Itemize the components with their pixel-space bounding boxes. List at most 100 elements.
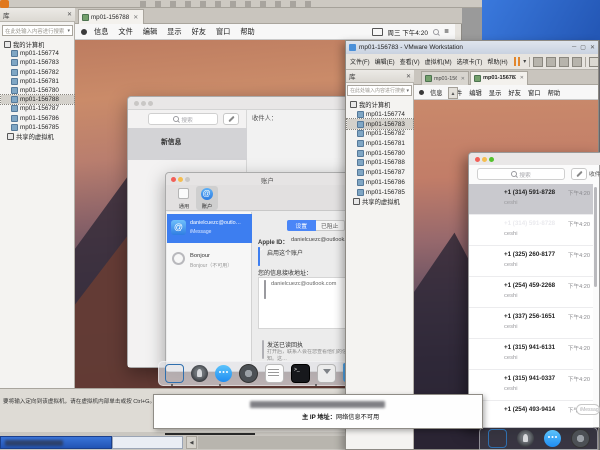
zoom-window-icon[interactable] <box>489 157 494 162</box>
tree-item-mp01-156785[interactable]: mp01-156785 <box>347 187 413 197</box>
launchpad-dock-icon[interactable] <box>191 365 208 382</box>
tree-item-mp01-156774[interactable]: mp01-156774 <box>1 49 74 58</box>
messages-dock-icon[interactable] <box>544 430 561 447</box>
tree-item-mp01-156787[interactable]: mp01-156787 <box>1 104 74 113</box>
close-window-icon[interactable] <box>171 177 176 182</box>
tree-root[interactable]: 我的计算机 <box>347 100 413 110</box>
menu-帮助[interactable]: 帮助 <box>240 27 254 37</box>
scrollbar-thumb[interactable] <box>112 436 183 449</box>
vm-tab-mp01-156783[interactable]: mp01-156783 ✕ <box>470 71 528 86</box>
close-panel-icon[interactable]: ✕ <box>67 11 72 18</box>
vmware-menu-虚拟机(M)[interactable]: 虚拟机(M) <box>425 57 452 66</box>
messages-search-right[interactable]: 搜索 <box>477 168 565 180</box>
account-item-imessage[interactable]: @ danielcuezc@outlo… iMessage <box>167 214 252 243</box>
scrollbar-channel[interactable] <box>198 436 345 449</box>
menu-文件[interactable]: 文件 <box>118 27 132 37</box>
account-item-bonjour[interactable]: Bonjour Bonjour（不可用） <box>167 245 252 274</box>
host-app-icon[interactable] <box>0 0 9 8</box>
installer-dock-icon[interactable] <box>317 364 336 383</box>
vmware-menu-文件(F)[interactable]: 文件(F) <box>350 57 370 66</box>
tree-item-mp01-156780[interactable]: mp01-156780 <box>1 86 74 95</box>
menu-显示[interactable]: 显示 <box>167 27 181 37</box>
conversation-row[interactable]: +1 (315) 941-6131下午4:20ceshi <box>469 339 593 370</box>
tree-item-mp01-156781[interactable]: mp01-156781 <box>347 139 413 149</box>
search-dropdown-icon[interactable]: ▾ <box>67 28 70 34</box>
tree-item-mp01-156786[interactable]: mp01-156786 <box>347 178 413 188</box>
terminal-dock-icon[interactable] <box>291 364 310 383</box>
vmware-menu-帮助(H)[interactable]: 帮助(H) <box>487 57 507 66</box>
tree-shared-vms[interactable]: 共享的虚拟机 <box>347 197 413 207</box>
reach-address-checkbox[interactable] <box>264 280 266 299</box>
tree-item-mp01-156781[interactable]: mp01-156781 <box>1 77 74 86</box>
menu-窗口[interactable]: 窗口 <box>528 88 541 97</box>
menu-帮助[interactable]: 帮助 <box>548 88 561 97</box>
close-tab-icon[interactable]: ✕ <box>133 14 138 21</box>
system-preferences-dock-icon[interactable] <box>571 429 590 448</box>
menu-信息[interactable]: 信息 <box>430 88 443 97</box>
finder-dock-icon[interactable] <box>165 364 184 383</box>
power-dropdown-icon[interactable]: ▾ <box>523 58 526 65</box>
conversation-row[interactable]: +1 (314) 591-8728下午4:20ceshi <box>469 215 593 246</box>
close-window-icon[interactable] <box>475 157 480 162</box>
to-field-right[interactable]: 收件人： <box>589 169 600 178</box>
menu-编辑[interactable]: 编辑 <box>143 27 157 37</box>
launchpad-dock-icon[interactable] <box>517 430 534 447</box>
tree-item-mp01-156786[interactable]: mp01-156786 <box>1 114 74 123</box>
tree-root[interactable]: 我的计算机 <box>1 40 74 49</box>
compose-button-left[interactable] <box>223 113 239 125</box>
conversation-row[interactable]: +1 (314) 591-8728下午4:20ceshi <box>469 184 593 215</box>
scroll-up-button[interactable]: ▲ <box>448 87 458 99</box>
spotlight-icon[interactable] <box>433 29 439 35</box>
close-tab-icon[interactable]: ✕ <box>520 75 524 81</box>
scroll-left-button[interactable]: ◀ <box>186 436 197 449</box>
vm-tab-mp01-156788[interactable]: mp01-156788 ✕ <box>78 9 144 24</box>
conversation-row[interactable]: +1 (315) 941-0337下午4:20ceshi <box>469 370 593 401</box>
close-tab-icon[interactable]: ✕ <box>461 76 465 82</box>
menu-好友[interactable]: 好友 <box>508 88 521 97</box>
tree-item-mp01-156788[interactable]: mp01-156788 <box>347 158 413 168</box>
prefs-titlebar[interactable]: 账户 <box>166 173 374 185</box>
close-window-icon[interactable] <box>134 101 139 106</box>
prefs-tab-general[interactable]: 通用 <box>174 187 194 209</box>
tree-item-mp01-156780[interactable]: mp01-156780 <box>347 148 413 158</box>
suspend-icon[interactable] <box>514 57 521 66</box>
vmware-menu-查看(V)[interactable]: 查看(V) <box>400 57 420 66</box>
tree-item-mp01-156787[interactable]: mp01-156787 <box>347 168 413 178</box>
vm-tab-mp01-156785[interactable]: mp01-156785 ✕ <box>421 71 469 85</box>
tab-settings[interactable]: 设置 <box>287 220 316 231</box>
zoom-window-icon[interactable] <box>148 101 153 106</box>
menu-编辑[interactable]: 编辑 <box>469 88 482 97</box>
prefs-tab-accounts[interactable]: @ 账户 <box>196 186 218 210</box>
tree-item-mp01-156788[interactable]: mp01-156788 <box>1 95 74 104</box>
notification-center-icon[interactable]: ≣ <box>444 28 449 35</box>
minimize-button[interactable]: ─ <box>572 44 576 51</box>
taskbar-button[interactable] <box>0 436 112 449</box>
messages-titlebar-right[interactable] <box>469 153 600 165</box>
revert-snapshot-icon[interactable] <box>559 57 569 67</box>
tree-shared-vms[interactable]: 共享的虚拟机 <box>1 132 74 141</box>
library-search-left[interactable]: 在此处输入内容进行搜索 ▾ <box>2 25 73 36</box>
read-receipts-checkbox[interactable] <box>262 340 264 359</box>
list-scrollbar[interactable] <box>594 187 597 287</box>
messages-dock-icon[interactable] <box>215 365 232 382</box>
manage-snapshots-icon[interactable] <box>572 57 582 67</box>
conversation-row[interactable]: +1 (254) 459-2268下午4:20ceshi <box>469 277 593 308</box>
tree-item-mp01-156783[interactable]: mp01-156783 <box>1 58 74 67</box>
tree-item-mp01-156782[interactable]: mp01-156782 <box>347 129 413 139</box>
apple-menu-icon[interactable] <box>419 90 424 95</box>
titlebar-right[interactable]: mp01-156783 - VMware Workstation ─ ▢ ✕ <box>346 41 598 54</box>
search-dropdown-icon[interactable]: ▾ <box>406 88 409 94</box>
menu-显示[interactable]: 显示 <box>489 88 502 97</box>
conversation-row[interactable]: +1 (325) 260-8177下午4:20ceshi <box>469 246 593 277</box>
menu-窗口[interactable]: 窗口 <box>216 27 230 37</box>
conversation-row[interactable]: +1 (254) 493-9414下午4:20 <box>469 401 593 428</box>
tab-blocked[interactable]: 已阻止 <box>316 220 346 231</box>
tree-item-mp01-156785[interactable]: mp01-156785 <box>1 123 74 132</box>
menu-好友[interactable]: 好友 <box>192 27 206 37</box>
finder-dock-icon[interactable] <box>488 429 507 448</box>
textedit-dock-icon[interactable] <box>265 364 284 383</box>
conversation-row[interactable]: +1 (337) 256-1651下午4:20ceshi <box>469 308 593 339</box>
vmware-menu-选项卡(T)[interactable]: 选项卡(T) <box>457 57 483 66</box>
send-ctrl-alt-del-icon[interactable] <box>533 57 543 67</box>
enable-account-checkbox[interactable] <box>258 247 260 266</box>
